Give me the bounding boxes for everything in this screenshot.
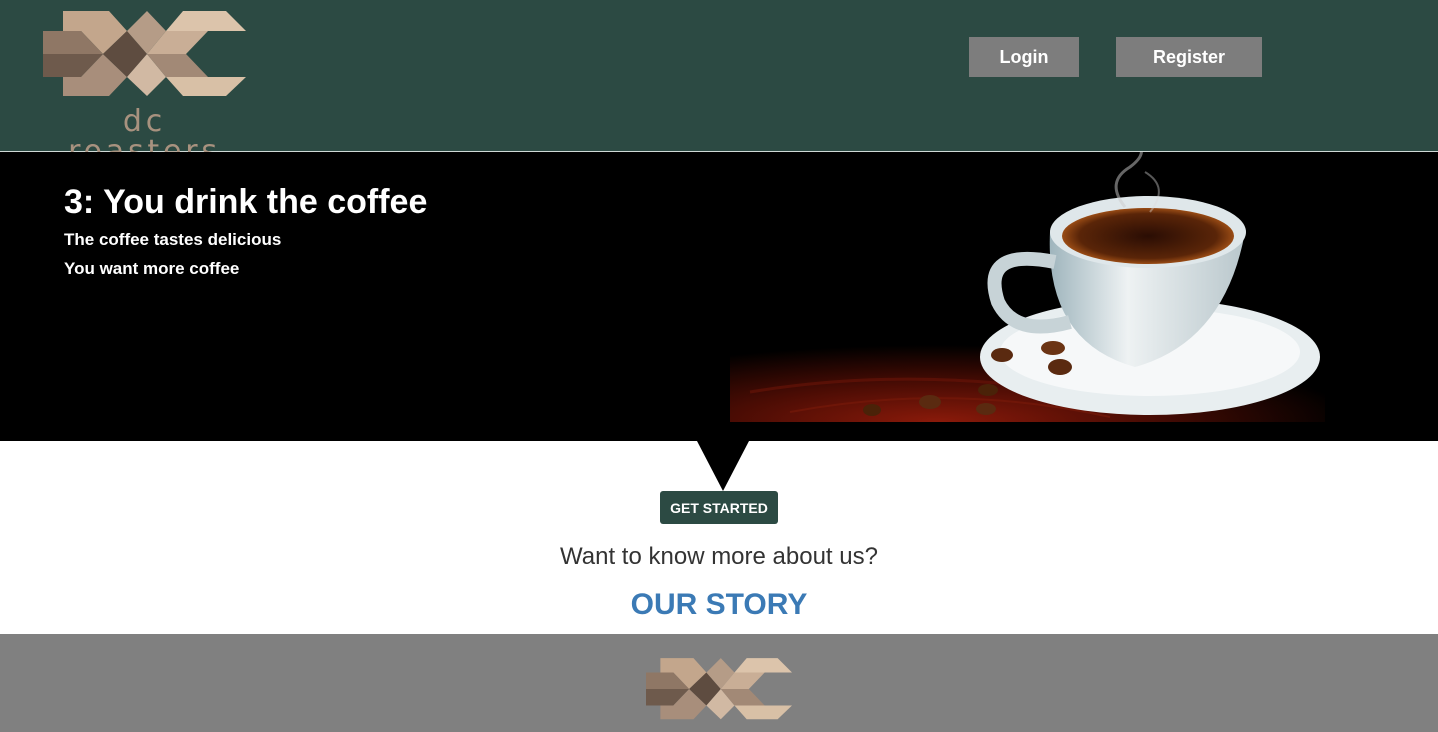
hero-banner: 3: You drink the coffee The coffee taste…	[0, 152, 1438, 441]
get-started-button[interactable]: GET STARTED	[660, 491, 778, 524]
coffee-cup-image	[730, 152, 1325, 422]
hero-subtitle-1: The coffee tastes delicious	[64, 230, 282, 249]
hero-pointer-arrow	[697, 441, 749, 491]
about-question: Want to know more about us?	[560, 543, 878, 570]
hero-title: 3: You drink the coffee	[64, 183, 428, 221]
login-button[interactable]: Login	[969, 37, 1079, 77]
logo-mark-icon	[43, 11, 246, 96]
site-footer	[0, 634, 1438, 732]
our-story-link[interactable]: OUR STORY	[0, 588, 1438, 622]
brand-logo[interactable]: dc roasters	[43, 11, 246, 167]
footer-logo-icon	[646, 658, 792, 720]
hero-subtitle-2: You want more coffee	[64, 259, 240, 278]
register-button[interactable]: Register	[1116, 37, 1262, 77]
site-header: dc roasters Login Register	[0, 0, 1438, 167]
